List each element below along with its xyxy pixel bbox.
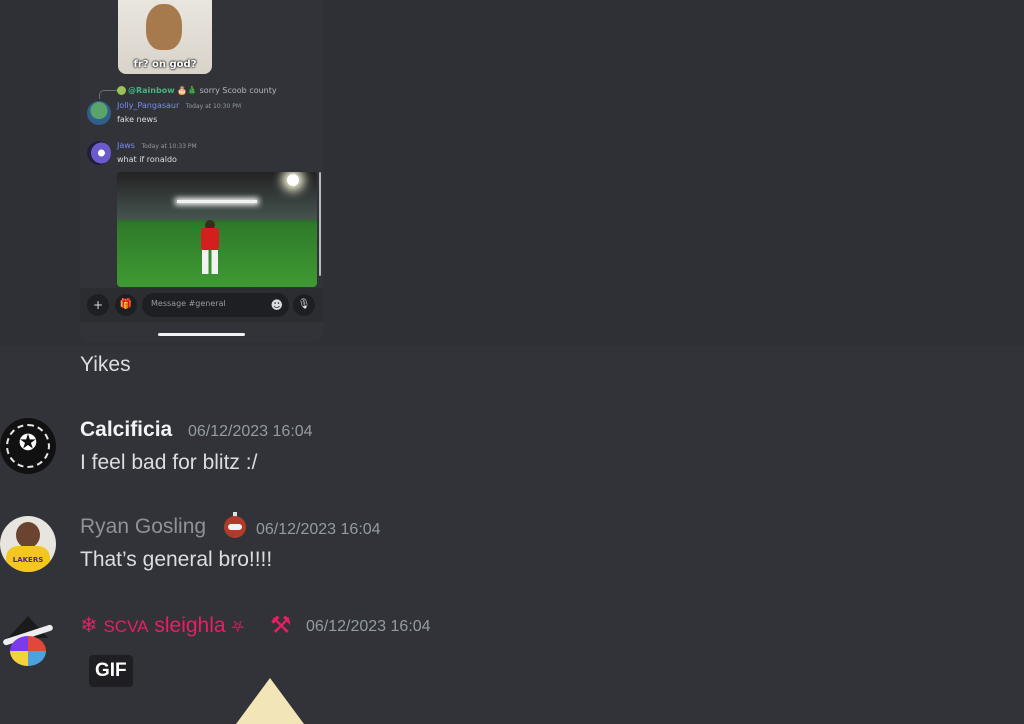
mini-message-input: Message #general ☻	[142, 293, 289, 317]
emoji-icon: ☻	[270, 298, 283, 312]
mini-scrollbar	[319, 172, 321, 276]
capybara-image: fr? on god?	[118, 0, 212, 74]
jolly-message: fake news	[117, 115, 158, 124]
player-legs	[202, 250, 218, 274]
message-text: That’s general bro!!!!	[80, 548, 273, 571]
avatar[interactable]: LAKERS	[0, 516, 56, 572]
message-text: Yikes	[80, 353, 131, 376]
username: sleighla	[154, 614, 226, 637]
capybara-face	[146, 4, 182, 50]
reply-text: sorry Scoob county	[199, 86, 277, 95]
avatar-head	[16, 522, 40, 548]
reply-emojis: 🎂🎄	[177, 86, 198, 95]
gift-icon: 🎁	[115, 294, 137, 316]
jolly-avatar	[87, 101, 111, 125]
mini-input-placeholder: Message #general	[151, 299, 226, 308]
mic-icon: 🎙	[293, 294, 315, 316]
jolly-time: Today at 10:30 PM	[185, 103, 242, 110]
gif-badge: GIF	[89, 655, 133, 687]
username[interactable]: Calcificia	[80, 418, 172, 442]
jaws-message: what if ronaldo	[117, 155, 177, 164]
avatar[interactable]: ✪	[0, 418, 56, 474]
capybara-caption: fr? on god?	[133, 59, 197, 70]
avatar-jersey-text: LAKERS	[12, 556, 44, 564]
add-attachment-icon: +	[87, 294, 109, 316]
image-attachment[interactable]: fr? on god? @Rainbow 🎂🎄 sorry Scoob coun…	[80, 0, 323, 342]
player-figure	[199, 220, 221, 276]
reply-preview: @Rainbow 🎂🎄 sorry Scoob county	[117, 86, 277, 95]
robot-badge-icon[interactable]	[221, 512, 249, 542]
jolly-name-row: Jolly_Pangasaur Today at 10:30 PM	[117, 101, 241, 110]
timestamp[interactable]: 06/12/2023 16:04	[306, 618, 431, 636]
jaws-avatar	[87, 141, 111, 165]
jaws-time: Today at 10:33 PM	[141, 143, 197, 150]
avatar[interactable]	[0, 612, 56, 668]
reply-connector	[99, 90, 118, 99]
reply-mention: @Rainbow	[128, 86, 175, 95]
player-shirt	[201, 228, 219, 250]
star-icon: ✪	[18, 431, 38, 456]
jaws-author: Jaws	[117, 141, 135, 150]
pentagram-icon: ⛧	[231, 619, 245, 636]
jolly-author: Jolly_Pangasaur	[117, 101, 180, 110]
role-tag: SCVA	[103, 617, 149, 636]
floodlight	[287, 174, 299, 186]
gif-attachment[interactable]	[236, 678, 304, 724]
home-indicator	[158, 333, 245, 336]
jaws-name-row: Jaws Today at 10:33 PM	[117, 141, 197, 150]
avatar-ball	[10, 636, 46, 666]
reply-avatar-icon	[117, 86, 126, 95]
stadium-lights	[177, 200, 257, 203]
username[interactable]: Ryan Gosling	[80, 515, 206, 539]
username-row[interactable]: ❄ SCVA sleighla ⛧	[80, 613, 244, 638]
message-text: I feel bad for blitz :/	[80, 451, 258, 474]
moderator-hammer-icon[interactable]: ⚒	[270, 611, 292, 639]
snowflake-icon: ❄	[80, 614, 98, 637]
football-pitch-image	[117, 172, 317, 287]
timestamp[interactable]: 06/12/2023 16:04	[256, 521, 381, 539]
robot-visor	[228, 524, 242, 530]
timestamp[interactable]: 06/12/2023 16:04	[188, 423, 313, 441]
